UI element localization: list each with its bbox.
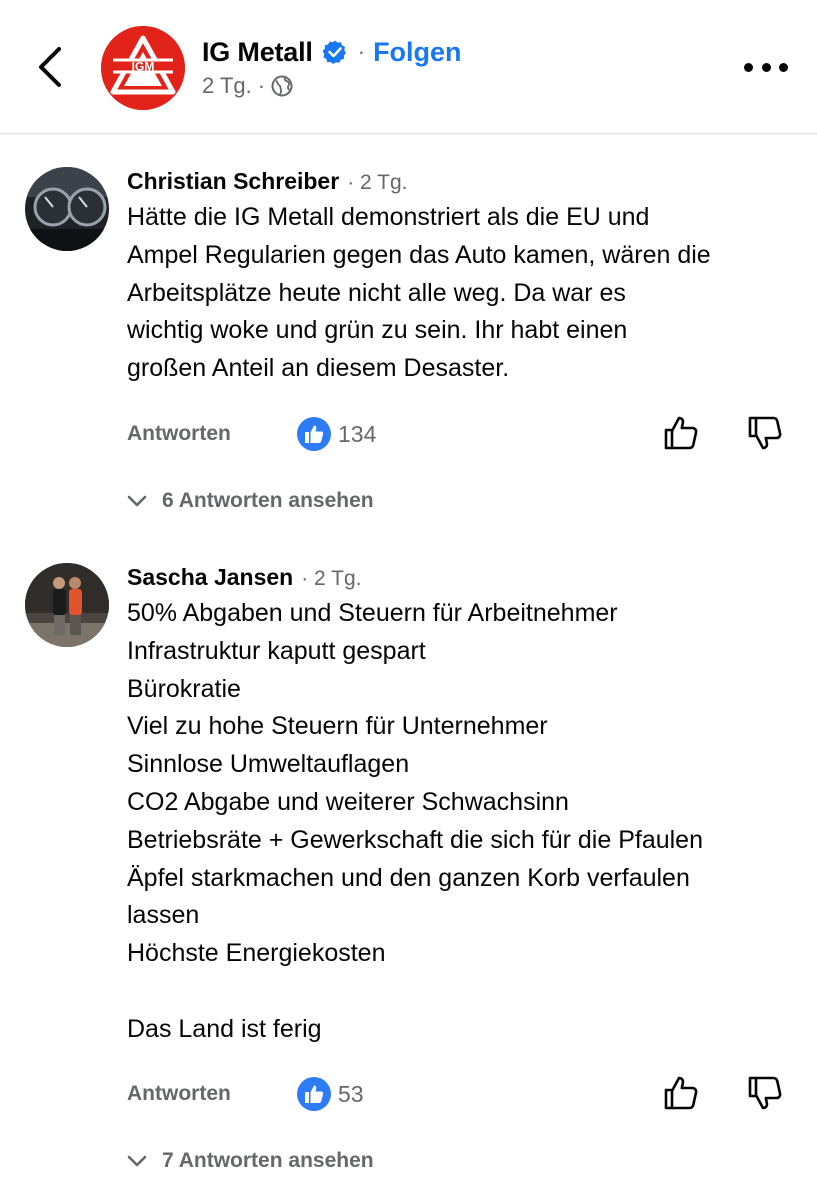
follow-button[interactable]: Folgen (373, 37, 462, 68)
comment-author[interactable]: Christian Schreiber (127, 168, 339, 195)
more-options-button[interactable] (744, 56, 788, 78)
page-name-row: IG Metall · Folgen (202, 34, 462, 70)
comment-time: · 2 Tg. (347, 171, 408, 194)
comment-time: · 2 Tg. (301, 567, 362, 590)
view-replies-button[interactable]: 6 Antworten ansehen (127, 486, 374, 516)
like-badge-icon (297, 417, 331, 451)
like-count-value: 53 (338, 1080, 364, 1107)
like-badge-icon (297, 1077, 331, 1111)
comment-time-value: 2 Tg. (360, 171, 408, 194)
like-count[interactable]: 134 (297, 416, 376, 452)
post-time: 2 Tg. (202, 73, 252, 98)
globe-icon (271, 75, 293, 97)
more-dots-icon (779, 62, 788, 72)
post-meta: 2 Tg. · (202, 72, 293, 100)
like-count[interactable]: 53 (297, 1076, 364, 1112)
page-name[interactable]: IG Metall (202, 37, 313, 68)
chevron-down-icon (127, 1151, 147, 1171)
commenter-avatar[interactable] (25, 167, 109, 251)
like-count-value: 134 (338, 420, 377, 447)
comment-actions: Antworten 134 (127, 416, 797, 456)
thumbs-up-icon[interactable] (663, 1074, 701, 1112)
verified-badge-icon (322, 39, 348, 65)
comment-text: 50% Abgaben und Steuern für Arbeitnehmer… (127, 599, 703, 1043)
separator-dot: · (357, 39, 366, 64)
more-dots-icon (744, 62, 753, 72)
view-replies-button[interactable]: 7 Antworten ansehen (127, 1146, 374, 1176)
reply-button[interactable]: Antworten (127, 1082, 231, 1106)
ig-metall-logo: IGM (101, 26, 185, 110)
commenter-avatar[interactable] (25, 563, 109, 647)
reply-button[interactable]: Antworten (127, 422, 231, 446)
view-replies-label: 7 Antworten ansehen (162, 1149, 374, 1172)
view-replies-label: 6 Antworten ansehen (162, 489, 374, 512)
post-header: IGM IG Metall · Folgen 2 Tg. · (0, 0, 817, 134)
chevron-down-icon (127, 491, 147, 511)
thumbs-up-icon[interactable] (663, 414, 701, 452)
back-button[interactable] (30, 42, 70, 92)
comment-author[interactable]: Sascha Jansen (127, 564, 293, 591)
logo-text: IGM (132, 60, 155, 74)
meta-separator: · (257, 73, 266, 98)
comment-time-value: 2 Tg. (314, 567, 362, 590)
comment-header: Christian Schreiber · 2 Tg. (127, 168, 408, 195)
comment-text: Hätte die IG Metall demonstriert als die… (127, 203, 711, 383)
page-avatar[interactable]: IGM (101, 26, 185, 110)
comment-actions: Antworten 53 (127, 1076, 797, 1116)
chevron-left-icon (39, 47, 61, 87)
comment-header: Sascha Jansen · 2 Tg. (127, 564, 362, 591)
more-dots-icon (761, 62, 771, 72)
thumbs-down-icon[interactable] (747, 1074, 785, 1112)
thumbs-down-icon[interactable] (747, 414, 785, 452)
